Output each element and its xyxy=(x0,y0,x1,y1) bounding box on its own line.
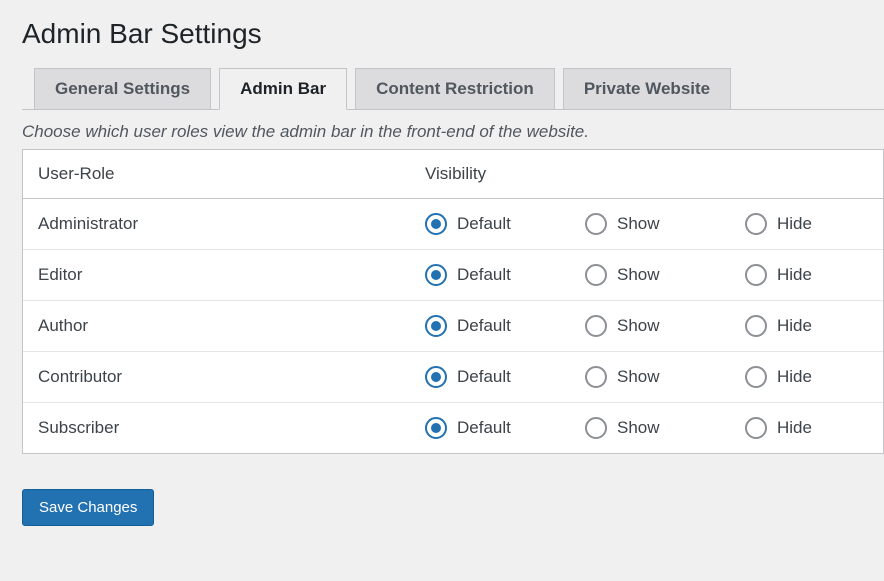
tab-content-restriction[interactable]: Content Restriction xyxy=(355,68,555,109)
radio-hide[interactable] xyxy=(745,417,767,439)
radio-hide-label[interactable]: Hide xyxy=(745,213,855,235)
radio-hide-text: Hide xyxy=(777,367,812,387)
section-description: Choose which user roles view the admin b… xyxy=(22,120,884,144)
radio-hide-label[interactable]: Hide xyxy=(745,417,855,439)
radio-default[interactable] xyxy=(425,315,447,337)
save-button[interactable]: Save Changes xyxy=(22,489,154,526)
radio-default-text: Default xyxy=(457,418,511,438)
radio-default[interactable] xyxy=(425,366,447,388)
radio-show-label[interactable]: Show xyxy=(585,417,695,439)
radio-show[interactable] xyxy=(585,213,607,235)
radio-show[interactable] xyxy=(585,264,607,286)
radio-show-label[interactable]: Show xyxy=(585,264,695,286)
radio-hide-label[interactable]: Hide xyxy=(745,366,855,388)
radio-show-text: Show xyxy=(617,367,660,387)
radio-show[interactable] xyxy=(585,366,607,388)
radio-hide-label[interactable]: Hide xyxy=(745,315,855,337)
radio-default-text: Default xyxy=(457,214,511,234)
visibility-cell: Default Show Hide xyxy=(410,352,883,403)
radio-hide-text: Hide xyxy=(777,418,812,438)
radio-hide[interactable] xyxy=(745,366,767,388)
radio-default-label[interactable]: Default xyxy=(425,213,535,235)
table-row: Contributor Default Show Hide xyxy=(23,352,883,403)
visibility-cell: Default Show Hide xyxy=(410,250,883,301)
role-name: Contributor xyxy=(23,352,410,403)
radio-default[interactable] xyxy=(425,213,447,235)
role-name: Administrator xyxy=(23,199,410,250)
radio-hide-text: Hide xyxy=(777,214,812,234)
radio-default-label[interactable]: Default xyxy=(425,366,535,388)
radio-hide[interactable] xyxy=(745,315,767,337)
radio-default-label[interactable]: Default xyxy=(425,264,535,286)
table-row: Editor Default Show Hide xyxy=(23,250,883,301)
adminbar-settings-table: User-Role Visibility AdministratorDefaul… xyxy=(22,149,884,454)
radio-default-label[interactable]: Default xyxy=(425,417,535,439)
radio-show-text: Show xyxy=(617,214,660,234)
tabs: General SettingsAdmin BarContent Restric… xyxy=(22,68,884,110)
tab-admin-bar[interactable]: Admin Bar xyxy=(219,68,347,110)
radio-show[interactable] xyxy=(585,315,607,337)
radio-show-text: Show xyxy=(617,316,660,336)
table-row: Subscriber Default Show Hide xyxy=(23,403,883,453)
radio-default[interactable] xyxy=(425,417,447,439)
radio-show-label[interactable]: Show xyxy=(585,315,695,337)
radio-default[interactable] xyxy=(425,264,447,286)
radio-default-text: Default xyxy=(457,367,511,387)
role-name: Subscriber xyxy=(23,403,410,453)
radio-show[interactable] xyxy=(585,417,607,439)
visibility-cell: Default Show Hide xyxy=(410,301,883,352)
visibility-cell: Default Show Hide xyxy=(410,403,883,453)
page-title: Admin Bar Settings xyxy=(22,18,884,50)
tab-general-settings[interactable]: General Settings xyxy=(34,68,211,109)
role-name: Author xyxy=(23,301,410,352)
radio-hide-label[interactable]: Hide xyxy=(745,264,855,286)
radio-default-label[interactable]: Default xyxy=(425,315,535,337)
tab-private-website[interactable]: Private Website xyxy=(563,68,731,109)
radio-show-text: Show xyxy=(617,418,660,438)
radio-hide-text: Hide xyxy=(777,265,812,285)
radio-hide[interactable] xyxy=(745,213,767,235)
radio-show-label[interactable]: Show xyxy=(585,366,695,388)
radio-show-text: Show xyxy=(617,265,660,285)
role-name: Editor xyxy=(23,250,410,301)
visibility-cell: Default Show Hide xyxy=(410,199,883,250)
radio-default-text: Default xyxy=(457,265,511,285)
radio-hide-text: Hide xyxy=(777,316,812,336)
table-header-visibility: Visibility xyxy=(410,150,883,199)
radio-default-text: Default xyxy=(457,316,511,336)
table-row: Administrator Default Show Hide xyxy=(23,199,883,250)
radio-hide[interactable] xyxy=(745,264,767,286)
table-header-role: User-Role xyxy=(23,150,410,199)
table-row: Author Default Show Hide xyxy=(23,301,883,352)
radio-show-label[interactable]: Show xyxy=(585,213,695,235)
